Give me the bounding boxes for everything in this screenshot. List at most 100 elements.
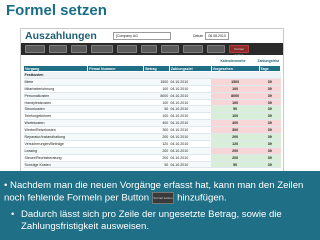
table-cell-planned[interactable]: 200 <box>211 133 260 141</box>
table-cell-amount[interactable]: 300 <box>143 126 170 135</box>
table-cell-planned[interactable]: 100 <box>211 112 260 121</box>
table-cell-name[interactable]: Handyfestkosten <box>23 99 88 107</box>
toolbar-button[interactable] <box>25 45 45 53</box>
table-cell-date[interactable]: 04.10.2010 <box>169 147 212 155</box>
table-cell-days[interactable]: 39 <box>259 105 281 114</box>
toolbar-button[interactable] <box>117 45 137 53</box>
table-cell-name[interactable]: Wartekosten <box>23 119 88 128</box>
table-cell-name[interactable]: Reparatur/Instandhaltung <box>23 133 88 141</box>
table-cell-days[interactable]: 39 <box>259 161 281 169</box>
table-cell-amount[interactable]: 200 <box>143 154 170 162</box>
table-cell-planned[interactable]: 100 <box>211 85 260 93</box>
date-field[interactable]: 06.08.2010 <box>205 31 229 40</box>
table-cell-planned[interactable]: 1500 <box>211 78 260 86</box>
table-row[interactable]: Werbe/Reisekosten 300 04.10.2010 300 39 <box>23 126 281 135</box>
table-cell-name[interactable]: Stromkosten <box>23 105 88 114</box>
table-cell-date[interactable]: 04.10.2010 <box>169 154 212 162</box>
table-row[interactable]: Festkosten <box>23 71 281 79</box>
table-row[interactable]: Leasing 200 04.10.2010 200 39 <box>23 147 281 155</box>
table-cell-amount[interactable]: 1500 <box>143 78 170 86</box>
table-cell-firm[interactable] <box>87 105 144 114</box>
table-cell-amount[interactable]: 200 <box>143 133 170 141</box>
toolbar-button[interactable] <box>161 45 179 53</box>
table-row[interactable]: Personalkosten 8000 04.10.2010 8000 39 <box>23 92 281 100</box>
table-cell-firm[interactable] <box>87 112 144 121</box>
table-row[interactable]: Sonstige Kosten 50 04.10.2010 50 39 <box>23 161 281 169</box>
table-cell-firm[interactable] <box>87 85 144 93</box>
table-cell-date[interactable]: 04.10.2010 <box>169 92 212 100</box>
table-cell-amount[interactable]: 400 <box>143 119 170 128</box>
table-cell-amount[interactable]: 50 <box>143 105 170 114</box>
table-row[interactable]: Handyfestkosten 100 04.10.2010 100 39 <box>23 99 281 107</box>
table-cell-firm[interactable] <box>87 126 144 135</box>
table-cell-date[interactable]: 04.10.2010 <box>169 140 212 148</box>
table-cell-amount[interactable]: 200 <box>143 147 170 155</box>
table-row[interactable]: Mitarbeiterlohnung 100 04.10.2010 100 39 <box>23 85 281 93</box>
table-row[interactable]: Miete 1500 04.10.2010 1500 39 <box>23 78 281 86</box>
table-cell-days[interactable]: 39 <box>259 92 281 100</box>
table-cell-days[interactable]: 39 <box>259 140 281 148</box>
toolbar-button[interactable] <box>71 45 87 53</box>
toolbar-button[interactable]: Formel setzen <box>229 45 249 57</box>
table-cell-planned[interactable]: 300 <box>211 126 260 135</box>
table-cell-name[interactable]: Telefongebühren <box>23 112 88 121</box>
table-cell-name[interactable]: Personalkosten <box>23 92 88 100</box>
table-cell-date[interactable]: 04.10.2010 <box>169 133 212 141</box>
table-cell-amount[interactable]: 8000 <box>143 92 170 100</box>
table-row[interactable]: Reparatur/Instandhaltung 200 04.10.2010 200… <box>23 133 281 141</box>
toolbar-button[interactable] <box>91 45 113 53</box>
table-cell-days[interactable]: 39 <box>259 154 281 162</box>
table-cell-firm[interactable] <box>87 78 144 86</box>
table-cell-days[interactable]: 39 <box>259 133 281 141</box>
table-cell-days[interactable]: 39 <box>259 99 281 107</box>
table-cell-name[interactable]: Miete <box>23 78 88 86</box>
table-cell-days[interactable]: 39 <box>259 85 281 93</box>
table-row[interactable]: Versicherungen/Beiträge 120 04.10.2010 120 3… <box>23 140 281 148</box>
table-cell-date[interactable]: 04.10.2010 <box>169 105 212 114</box>
table-cell-date[interactable]: 04.10.2010 <box>169 119 212 128</box>
table-cell-firm[interactable] <box>87 140 144 148</box>
table-cell-planned[interactable]: 50 <box>211 161 260 169</box>
table-cell-days[interactable]: 39 <box>259 126 281 135</box>
table-cell-firm[interactable] <box>87 133 144 141</box>
table-cell-amount[interactable]: 50 <box>143 161 170 169</box>
table-cell-date[interactable] <box>169 71 212 79</box>
table-cell-planned[interactable]: 100 <box>211 99 260 107</box>
table-cell-firm[interactable] <box>87 154 144 162</box>
table-cell-planned[interactable] <box>211 71 260 79</box>
table-cell-amount[interactable] <box>143 71 170 79</box>
table-cell-planned[interactable]: 400 <box>211 119 260 128</box>
table-cell-amount[interactable]: 120 <box>143 140 170 148</box>
table-row[interactable]: Stromkosten 50 04.10.2010 50 39 <box>23 105 281 114</box>
table-cell-name[interactable]: Mitarbeiterlohnung <box>23 85 88 93</box>
table-cell-planned[interactable]: 200 <box>211 154 260 162</box>
table-cell-amount[interactable]: 100 <box>143 99 170 107</box>
table-cell-date[interactable]: 04.10.2010 <box>169 161 212 169</box>
table-cell-date[interactable]: 04.10.2010 <box>169 112 212 121</box>
table-cell-planned[interactable]: 200 <box>211 147 260 155</box>
table-row[interactable]: Steuer/Rechtsberatung 200 04.10.2010 200 39 <box>23 154 281 162</box>
toolbar-button[interactable] <box>49 45 67 53</box>
table-cell-amount[interactable]: 100 <box>143 85 170 93</box>
table-cell-date[interactable]: 04.10.2010 <box>169 78 212 86</box>
table-cell-days[interactable] <box>259 71 281 79</box>
table-row[interactable]: Wartekosten 400 04.10.2010 400 39 <box>23 119 281 128</box>
table-cell-firm[interactable] <box>87 71 144 79</box>
table-cell-name[interactable]: Steuer/Rechtsberatung <box>23 154 88 162</box>
table-cell-date[interactable]: 04.10.2010 <box>169 126 212 135</box>
table-cell-name[interactable]: Versicherungen/Beiträge <box>23 140 88 148</box>
table-row[interactable]: Telefongebühren 100 04.10.2010 100 39 <box>23 112 281 121</box>
toolbar-button[interactable] <box>207 45 225 53</box>
table-cell-planned[interactable]: 120 <box>211 140 260 148</box>
formel-setzen-button-preview[interactable]: Formel setzen <box>152 192 175 204</box>
table-cell-name[interactable]: Festkosten <box>23 71 88 79</box>
table-cell-days[interactable]: 39 <box>259 147 281 155</box>
table-cell-firm[interactable] <box>87 92 144 100</box>
table-cell-days[interactable]: 39 <box>259 78 281 86</box>
table-cell-date[interactable]: 04.10.2010 <box>169 99 212 107</box>
table-cell-name[interactable]: Werbe/Reisekosten <box>23 126 88 135</box>
table-cell-name[interactable]: Sonstige Kosten <box>23 161 88 169</box>
table-cell-firm[interactable] <box>87 119 144 128</box>
table-cell-firm[interactable] <box>87 99 144 107</box>
company-field[interactable]: [Company AG <box>113 31 171 40</box>
